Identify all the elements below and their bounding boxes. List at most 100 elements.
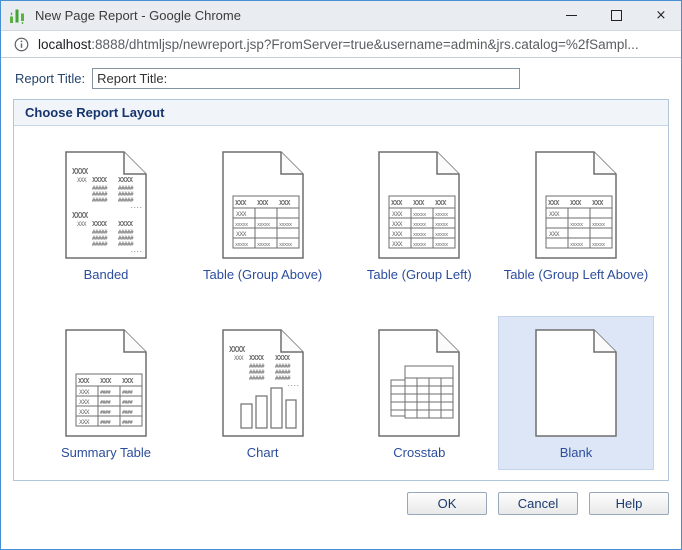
svg-text:XXX: XXX [549, 210, 560, 218]
svg-text:####: #### [122, 410, 134, 416]
window-titlebar: New Page Report - Google Chrome × [1, 1, 681, 31]
svg-text:XXXX: XXXX [72, 211, 89, 220]
svg-text:XXX: XXX [79, 408, 90, 416]
svg-text:XXX: XXX [257, 199, 269, 207]
report-title-label: Report Title: [15, 71, 85, 86]
svg-text:xxxxx: xxxxx [257, 242, 270, 248]
svg-text:XXX: XXX [392, 230, 403, 238]
address-bar[interactable]: localhost:8888/dhtmljsp/newreport.jsp?Fr… [1, 31, 681, 58]
layout-option-label: Crosstab [393, 445, 445, 460]
svg-text:XXX: XXX [236, 210, 247, 218]
svg-text:XXX: XXX [235, 199, 247, 207]
info-icon[interactable] [14, 37, 29, 52]
choose-layout-panel: Choose Report Layout XXXXXXXXXXXXXXX####… [13, 99, 669, 481]
layout-option-table-group-above[interactable]: XXXXXXXXXXXXxxxxxxxxxxxxxxxXXXxxxxxxxxxx… [185, 138, 341, 292]
svg-text:XXX: XXX [570, 199, 582, 207]
url-host: localhost [38, 37, 91, 52]
svg-text:xxxxx: xxxxx [413, 232, 426, 238]
svg-text:....: .... [287, 381, 299, 388]
window-controls: × [564, 9, 668, 23]
svg-text:xxxxx: xxxxx [413, 242, 426, 248]
svg-text:XXX: XXX [77, 177, 87, 184]
layout-option-label: Chart [247, 445, 279, 460]
cancel-button[interactable]: Cancel [498, 492, 578, 515]
layout-option-chart[interactable]: XXXXXXXXXXXXXXX#########################… [185, 316, 341, 470]
table-group-left-layout-icon: XXX XXX XXX XXX xxxxx xxxxx XXX xxxxx xxxxx XXX xx… [371, 148, 467, 262]
svg-text:XXX: XXX [391, 199, 403, 207]
layout-option-summary-table[interactable]: XXX XXX XXX XXX #### #### XXX #### #### XXX #### ##… [28, 316, 184, 470]
svg-text:XXX: XXX [548, 199, 560, 207]
layout-option-label: Table (Group Left) [367, 267, 472, 282]
layout-option-label: Banded [84, 267, 129, 282]
panel-title: Choose Report Layout [14, 100, 668, 126]
svg-text:XXXX: XXXX [229, 345, 246, 354]
svg-text:XXX: XXX [435, 199, 447, 207]
banded-layout-icon: XXXXXXXXXXXXXXX#########################… [58, 148, 154, 262]
svg-text:XXXX: XXXX [118, 220, 134, 228]
svg-text:xxxxx: xxxxx [413, 212, 426, 218]
svg-text:####: #### [100, 420, 112, 426]
blank-layout-icon [528, 326, 624, 440]
chrome-popup-window: New Page Report - Google Chrome × localh… [0, 0, 682, 550]
minimize-icon[interactable] [564, 9, 578, 23]
svg-text:xxxxx: xxxxx [592, 242, 605, 248]
svg-text:XXX: XXX [279, 199, 291, 207]
table-group-left-above-layout-icon: XXXXXXXXXXXXxxxxxxxxxxXXXxxxxxxxxxx [528, 148, 624, 262]
layout-grid: XXXXXXXXXXXXXXX#########################… [14, 126, 668, 480]
page-url: localhost:8888/dhtmljsp/newreport.jsp?Fr… [38, 37, 639, 52]
svg-text:XXX: XXX [79, 418, 90, 426]
svg-text:XXX: XXX [392, 220, 403, 228]
layout-option-blank[interactable]: Blank [498, 316, 654, 470]
svg-text:XXX: XXX [79, 398, 90, 406]
svg-text:XXXX: XXXX [92, 220, 108, 228]
svg-text:XXX: XXX [392, 210, 403, 218]
url-path: :8888/dhtmljsp/newreport.jsp?FromServer=… [91, 37, 638, 52]
svg-text:xxxxx: xxxxx [279, 242, 292, 248]
layout-option-banded[interactable]: XXXXXXXXXXXXXXX#########################… [28, 138, 184, 292]
svg-text:XXXX: XXXX [249, 354, 265, 362]
svg-text:xxxxx: xxxxx [435, 212, 448, 218]
ok-button[interactable]: OK [407, 492, 487, 515]
dialog-footer: OK Cancel Help [1, 492, 669, 515]
svg-text:####: #### [100, 390, 112, 396]
svg-text:XXXX: XXXX [72, 167, 89, 176]
svg-text:####: #### [100, 410, 112, 416]
svg-text:XXX: XXX [100, 377, 112, 385]
svg-text:....: .... [130, 203, 142, 210]
report-title-input[interactable] [92, 68, 520, 89]
svg-text:....: .... [130, 247, 142, 254]
layout-option-crosstab[interactable]: Crosstab [341, 316, 497, 470]
crosstab-layout-icon [371, 326, 467, 440]
chart-layout-icon: XXXXXXXXXXXXXXX#########################… [215, 326, 311, 440]
svg-text:XXX: XXX [392, 240, 403, 248]
svg-text:####: #### [122, 420, 134, 426]
svg-text:XXX: XXX [549, 230, 560, 238]
svg-text:XXX: XXX [413, 199, 425, 207]
help-button[interactable]: Help [589, 492, 669, 515]
svg-text:XXX: XXX [122, 377, 134, 385]
svg-text:xxxxx: xxxxx [570, 242, 583, 248]
table-group-above-layout-icon: XXXXXXXXXXXXxxxxxxxxxxxxxxxXXXxxxxxxxxxx… [215, 148, 311, 262]
svg-text:xxxxx: xxxxx [279, 222, 292, 228]
svg-text:XXX: XXX [79, 388, 90, 396]
window-title: New Page Report - Google Chrome [35, 8, 564, 23]
svg-text:XXXX: XXXX [118, 176, 134, 184]
svg-text:#####: ##### [249, 375, 265, 382]
svg-text:xxxxx: xxxxx [435, 232, 448, 238]
svg-text:xxxxx: xxxxx [570, 222, 583, 228]
svg-text:xxxxx: xxxxx [435, 242, 448, 248]
svg-text:####: #### [122, 400, 134, 406]
svg-text:XXX: XXX [78, 377, 90, 385]
svg-text:#####: ##### [92, 241, 108, 248]
svg-text:XXX: XXX [77, 221, 87, 228]
layout-option-table-group-left[interactable]: XXX XXX XXX XXX xxxxx xxxxx XXX xxxxx xxxxx XXX xx… [341, 138, 497, 292]
close-icon[interactable]: × [654, 9, 668, 23]
report-title-row: Report Title: [15, 67, 667, 89]
svg-text:XXX: XXX [236, 230, 247, 238]
svg-text:xxxxx: xxxxx [235, 222, 248, 228]
layout-option-label: Summary Table [61, 445, 151, 460]
layout-option-table-group-left-above[interactable]: XXXXXXXXXXXXxxxxxxxxxxXXXxxxxxxxxxxTable… [498, 138, 654, 292]
svg-text:XXXX: XXXX [275, 354, 291, 362]
maximize-icon[interactable] [609, 9, 623, 23]
svg-text:xxxxx: xxxxx [592, 222, 605, 228]
